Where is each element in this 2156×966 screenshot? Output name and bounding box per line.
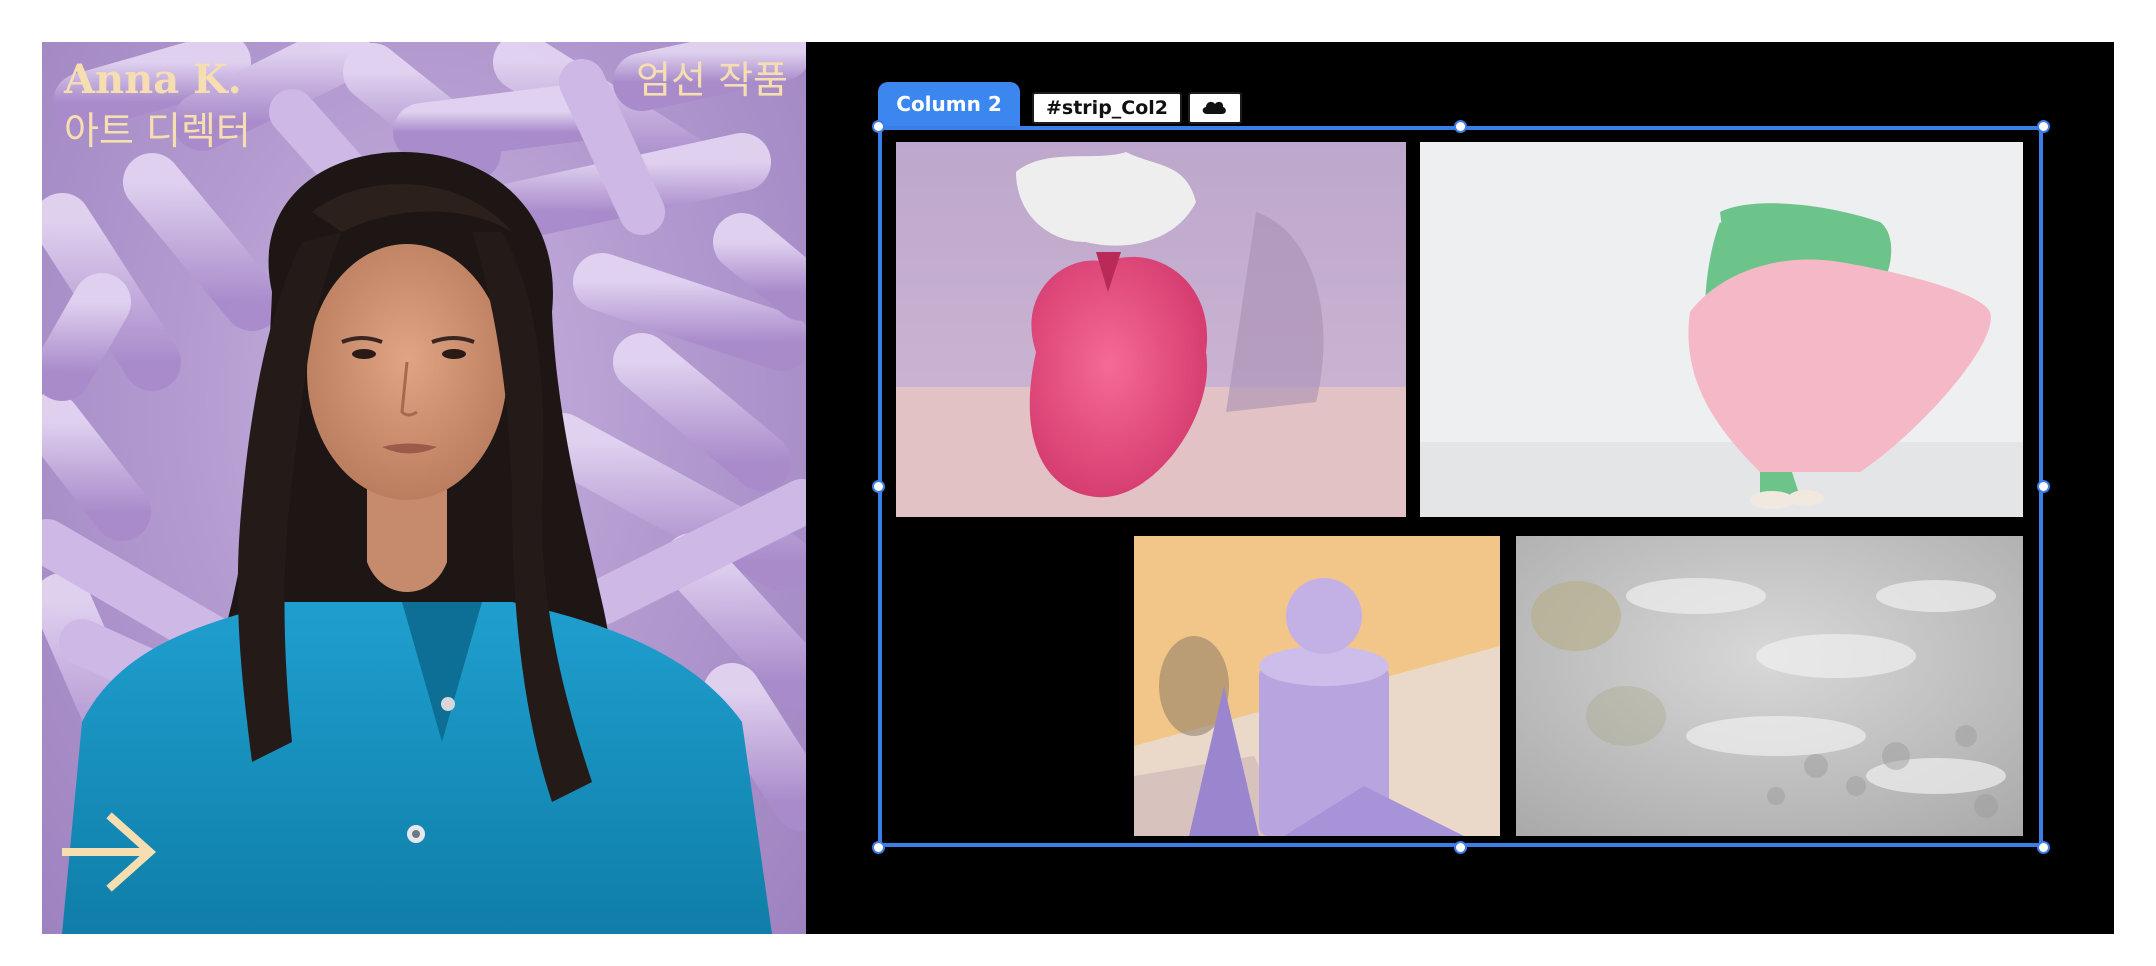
resize-handle-top[interactable]: [1454, 120, 1467, 133]
artist-name: Anna K.: [64, 56, 242, 103]
portrait-photo: [42, 42, 806, 934]
canvas-frame: Anna K. 아트 디렉터 엄선 작품 Column 2 #strip_Col…: [42, 42, 2114, 934]
cloud-button[interactable]: [1188, 92, 1242, 124]
resize-handle-top-right[interactable]: [2037, 120, 2050, 133]
gallery-image-foam-texture[interactable]: [1516, 536, 2023, 836]
cloud-icon: [1202, 101, 1226, 114]
hero-portrait-section: Anna K. 아트 디렉터 엄선 작품: [42, 42, 806, 934]
arrow-right-icon[interactable]: [62, 810, 158, 894]
resize-handle-top-left[interactable]: [872, 120, 885, 133]
resize-handle-bottom[interactable]: [1454, 841, 1467, 854]
resize-handle-right[interactable]: [2037, 480, 2050, 493]
resize-handle-bottom-right[interactable]: [2037, 841, 2050, 854]
gallery-image-costume[interactable]: [1420, 142, 2023, 517]
resize-handle-bottom-left[interactable]: [872, 841, 885, 854]
gallery-image-geometric-shapes[interactable]: [1134, 536, 1500, 836]
artist-role: 아트 디렉터: [64, 109, 251, 153]
element-id-chip[interactable]: #strip_Col2: [1032, 92, 1183, 124]
tab-column-2[interactable]: Column 2: [878, 82, 1020, 126]
selected-works-link[interactable]: 엄선 작품: [636, 56, 788, 104]
gallery-image-pink-bag[interactable]: [896, 142, 1406, 517]
resize-handle-left[interactable]: [872, 480, 885, 493]
